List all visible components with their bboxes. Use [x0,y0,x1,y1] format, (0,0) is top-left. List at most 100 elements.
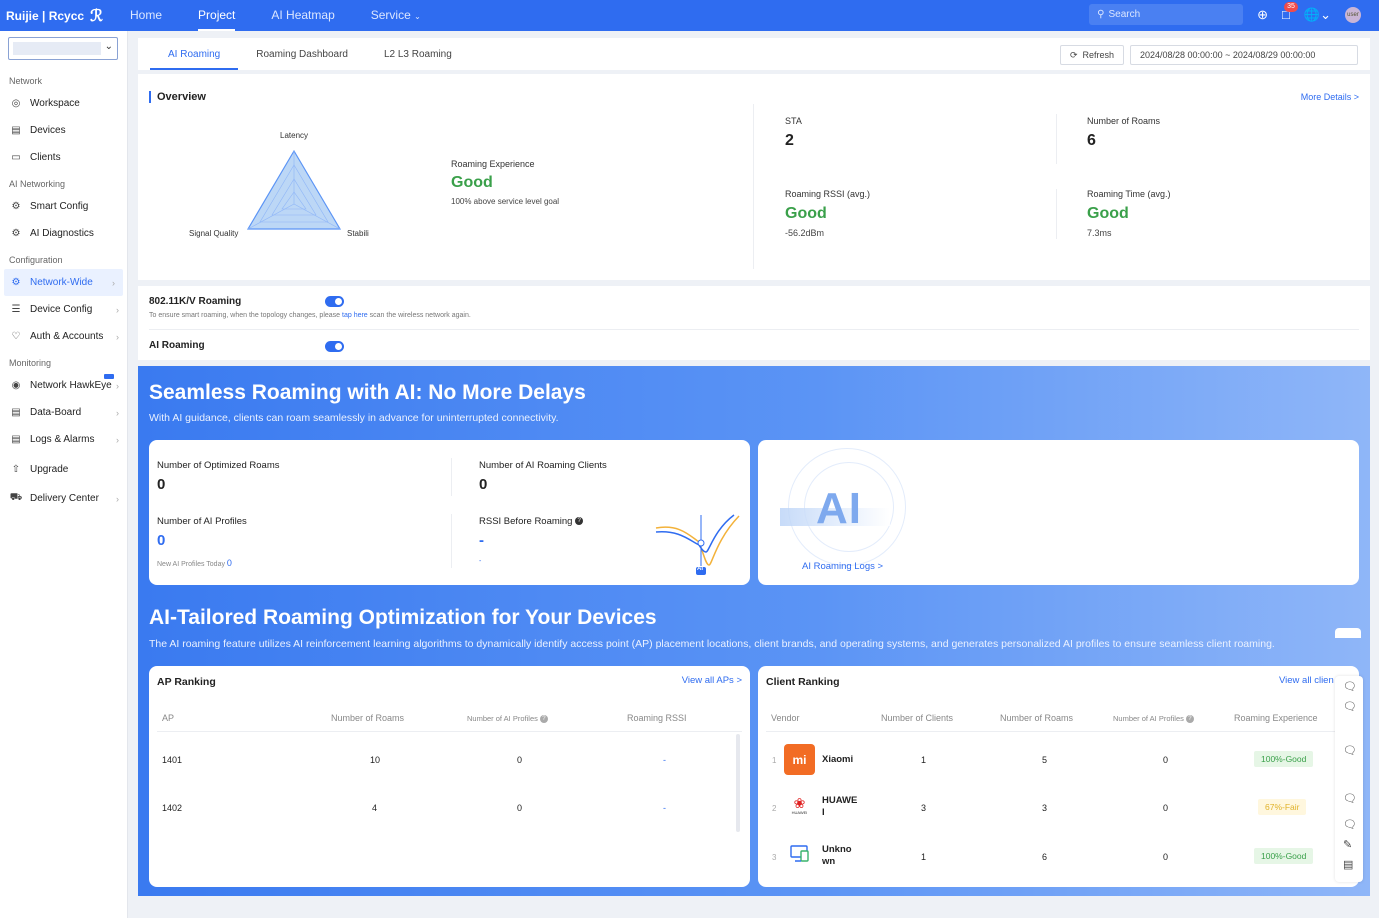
edit-icon[interactable]: ✎ [1343,838,1352,851]
clipboard-icon[interactable]: ▤ [1343,858,1353,871]
ai-roaming-clients-label: Number of AI Roaming Clients [479,460,607,471]
help-icon[interactable]: ? [575,517,584,526]
kv-desc-text: To ensure smart roaming, when the topolo… [149,312,341,319]
rssi-roaming-illustration: AI [654,510,744,583]
top-bar: Ruijie | Rcycc ℛ Home Project AI Heatmap… [0,0,1379,31]
column-header: Number of AI Profiles ? [467,714,548,724]
rssi-before-sub: - [479,558,482,565]
refresh-label: Refresh [1082,50,1114,60]
metric-value: 2 [785,132,794,149]
sidebar-item-data-board[interactable]: ▤ Data-Board › [0,399,127,426]
nav-service-label: Service [370,8,411,22]
chevron-right-icon: › [116,380,119,391]
float-tools-collapse-handle[interactable] [1335,628,1361,638]
new-profiles-today: New AI Profiles Today 0 [157,558,232,568]
help-icon[interactable]: ? [1185,715,1194,724]
message-icon[interactable]: 🗨 [1343,744,1357,757]
divider [149,329,1359,330]
search-placeholder: Search [1108,9,1141,20]
sidebar-item-network-wide[interactable]: ⚙ Network-Wide › [4,269,123,296]
optimized-roams-value: 0 [157,476,166,493]
ap-rssi: - [663,755,666,765]
sidebar-item-device-config[interactable]: ☰ Device Config › [0,296,127,323]
nav-service[interactable]: Service ⌄ [353,0,439,31]
metric-value: Good [785,205,827,222]
sidebar-item-ai-diagnostics[interactable]: ⚙ AI Diagnostics [0,220,127,247]
new-profiles-value[interactable]: 0 [227,558,232,568]
kv-roaming-desc: To ensure smart roaming, when the topolo… [149,312,471,319]
more-details-link[interactable]: More Details > [1301,92,1359,102]
radar-chart: Latency Signal Quality Stabili [178,129,418,249]
sidebar-item-label: Logs & Alarms [30,434,95,445]
metric-roaming-time: Roaming Time (avg.) Good 7.3ms [1087,189,1171,238]
ai-profiles-value[interactable]: 0 [157,532,165,549]
sliders-icon: ☰ [11,304,21,315]
logs-icon: ▤ [11,434,21,445]
scrollbar[interactable] [736,734,740,832]
new-profiles-label: New AI Profiles Today [157,561,225,568]
view-all-aps-link[interactable]: View all APs > [682,675,742,686]
column-header-label: Number of AI Profiles [1113,714,1184,723]
support-icon[interactable]: 🗨 [1343,792,1357,805]
nav-project[interactable]: Project [180,0,253,31]
feedback-icon[interactable]: 🗨 [1343,700,1357,713]
overview-divider [1056,114,1057,164]
kv-roaming-toggle[interactable] [325,296,344,307]
ai-roaming-logs-link[interactable]: AI Roaming Logs > [802,561,883,572]
metric-value: Good [1087,205,1129,222]
sidebar-item-upgrade[interactable]: ⇧ Upgrade [0,453,127,485]
add-circle-icon[interactable]: ⊕ [1257,7,1268,23]
radar-label-signal-quality: Signal Quality [189,229,239,238]
tab-l2-l3-roaming[interactable]: L2 L3 Roaming [366,38,470,70]
sidebar-item-network-hawkeye[interactable]: ◉ Network HawkEye › [0,372,127,399]
kv-desc-text: scan the wireless network again. [369,312,471,319]
sidebar-item-auth-accounts[interactable]: ♡ Auth & Accounts › [0,323,127,350]
chevron-right-icon: › [116,493,119,504]
floating-toolbar: 🗨 🗨 🗨 🗨 🗨 ✎ ▤ [1335,676,1363,882]
overview-panel: Overview More Details > Latency Signal Q… [138,74,1370,280]
sidebar-item-label: Network HawkEye [30,380,112,391]
view-all-clients-link[interactable]: View all clien [1279,675,1334,686]
ap-name: 1402 [162,803,183,813]
search-icon: ⚲ [1097,9,1105,20]
optimized-roams-label: Number of Optimized Roams [157,460,280,471]
ai-profiles-label: Number of AI Profiles [157,516,247,527]
sidebar-item-delivery-center[interactable]: ⛟ Delivery Center › [0,485,127,512]
sidebar-item-logs-alarms[interactable]: ▤ Logs & Alarms › [0,426,127,453]
rssi-before-roaming: RSSI Before Roaming ? [479,516,584,527]
chat-icon[interactable]: 🗨 [1343,680,1357,693]
row-rank: 1 [772,756,777,765]
client-profiles: 0 [1163,755,1169,765]
column-header: Vendor [771,713,800,723]
brand-logo[interactable]: Ruijie | Rcycc ℛ [0,6,112,26]
project-select[interactable]: ⌄ [8,37,118,60]
sidebar-item-clients[interactable]: ▭ Clients [0,144,127,171]
tap-here-link[interactable]: tap here [342,312,368,319]
notification-icon[interactable]: □ 35 [1282,2,1298,22]
sidebar-item-label: Smart Config [30,201,89,212]
nav-home[interactable]: Home [112,0,180,31]
date-range-picker[interactable]: 2024/08/28 00:00:00 ~ 2024/08/29 00:00:0… [1130,45,1358,65]
client-ranking-title: Client Ranking [766,676,840,688]
sidebar-item-smart-config[interactable]: ⚙ Smart Config [0,193,127,220]
avatar[interactable]: user [1345,6,1361,23]
client-count: 1 [921,852,927,862]
help-icon[interactable]: ? [539,715,548,724]
metric-number-of-roams: Number of Roams 6 [1087,116,1160,150]
language-globe-icon[interactable]: 🌐⌄ [1304,7,1331,23]
ai-roaming-toggle[interactable] [325,341,344,352]
search-input[interactable]: ⚲ Search [1089,4,1244,25]
refresh-button[interactable]: ⟳ Refresh [1059,45,1124,65]
sidebar-item-workspace[interactable]: ◎ Workspace [0,90,127,117]
client-ranking-card: Client Ranking View all clien Vendor Num… [758,666,1359,887]
data-board-icon: ▤ [11,407,21,418]
divider [766,731,1351,732]
sidebar-item-devices[interactable]: ▤ Devices [0,117,127,144]
roaming-settings-panel: 802.11K/V Roaming To ensure smart roamin… [138,286,1370,360]
comment-icon[interactable]: 🗨 [1343,818,1357,831]
optimization-title: AI-Tailored Roaming Optimization for You… [149,606,657,629]
tab-roaming-dashboard[interactable]: Roaming Dashboard [238,38,366,70]
metric-sub: 7.3ms [1087,228,1112,238]
tab-ai-roaming[interactable]: AI Roaming [150,38,239,70]
nav-ai-heatmap[interactable]: AI Heatmap [253,0,352,31]
